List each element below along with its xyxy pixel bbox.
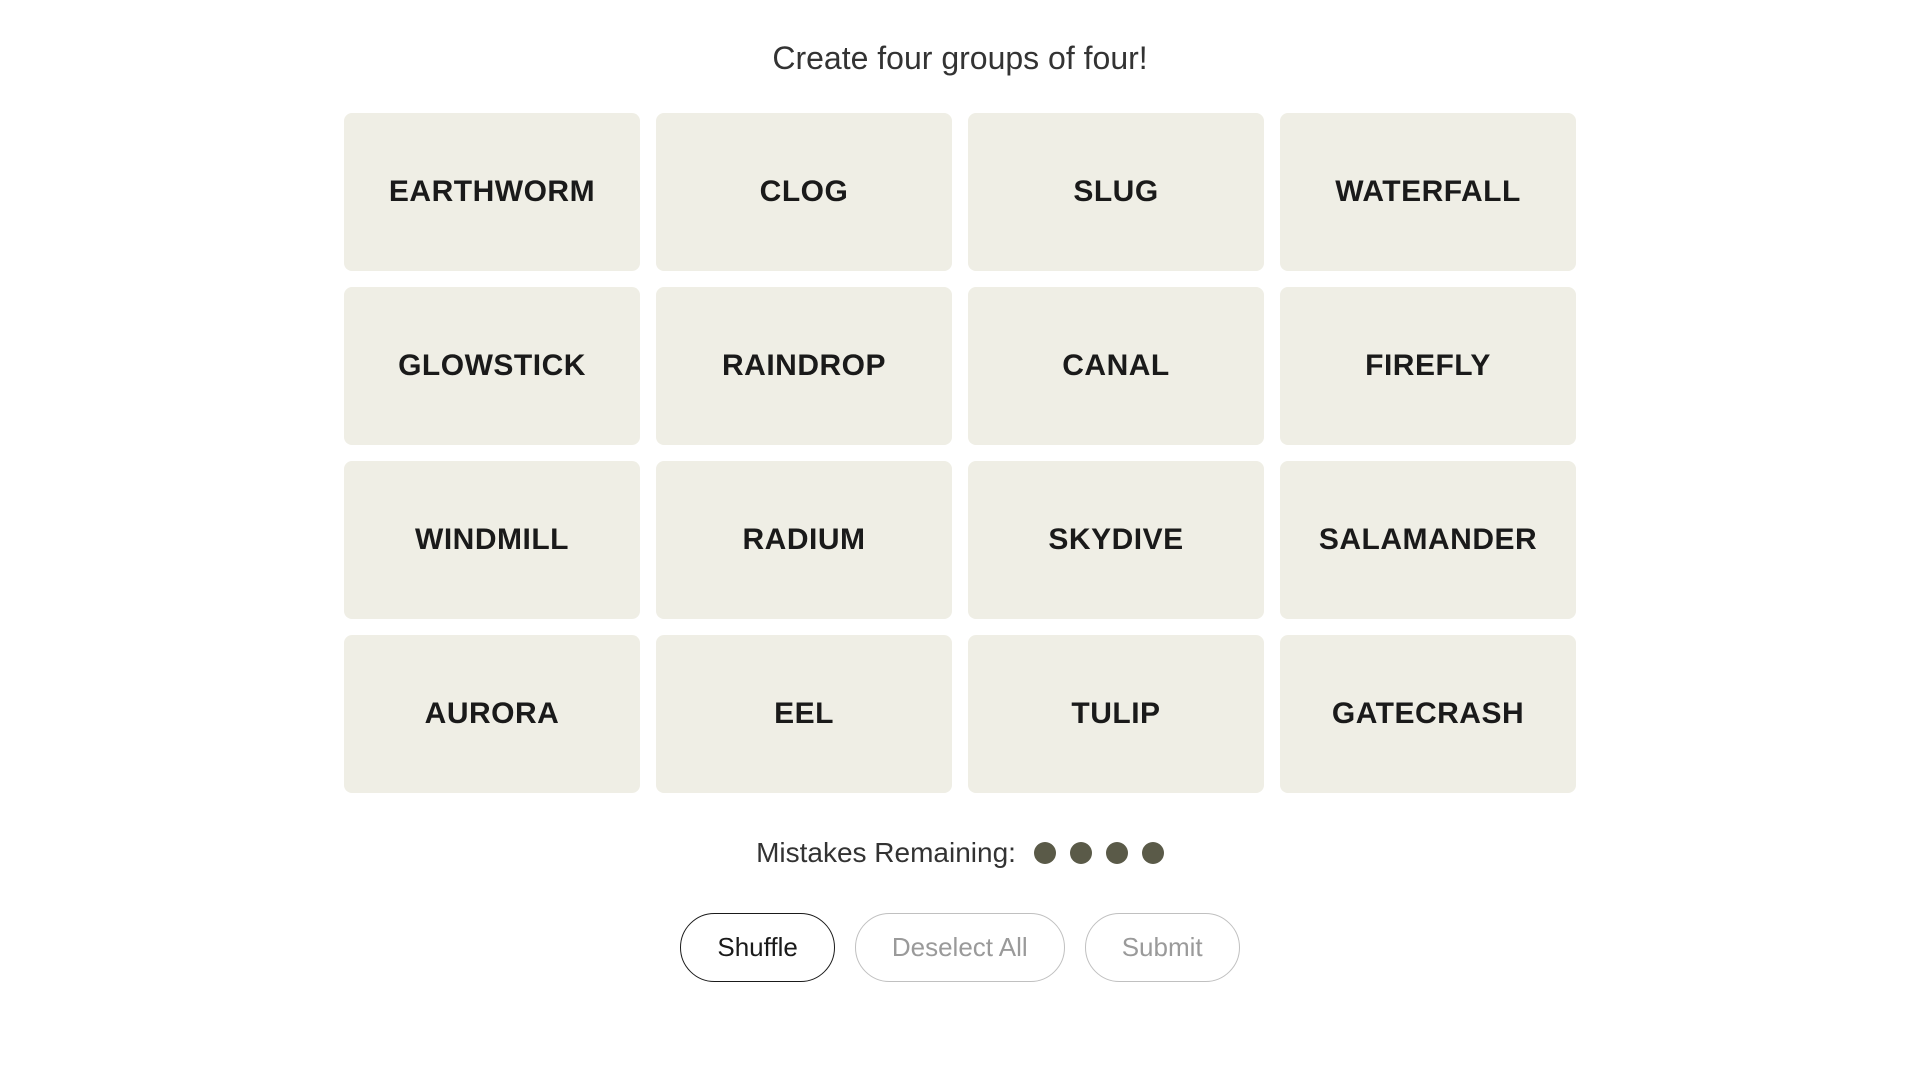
tile[interactable]: WINDMILL [344,461,640,619]
tile[interactable]: EEL [656,635,952,793]
tile[interactable]: SLUG [968,113,1264,271]
tile[interactable]: TULIP [968,635,1264,793]
tile[interactable]: CANAL [968,287,1264,445]
tile[interactable]: GLOWSTICK [344,287,640,445]
mistake-dot-icon [1142,842,1164,864]
tile[interactable]: CLOG [656,113,952,271]
tile[interactable]: AURORA [344,635,640,793]
mistakes-row: Mistakes Remaining: [756,837,1164,869]
shuffle-button[interactable]: Shuffle [680,913,834,982]
tile-grid: EARTHWORM CLOG SLUG WATERFALL GLOWSTICK … [344,113,1576,793]
tile[interactable]: SKYDIVE [968,461,1264,619]
tile[interactable]: RAINDROP [656,287,952,445]
submit-button[interactable]: Submit [1085,913,1240,982]
mistakes-dots [1034,842,1164,864]
mistake-dot-icon [1106,842,1128,864]
mistake-dot-icon [1070,842,1092,864]
tile[interactable]: GATECRASH [1280,635,1576,793]
buttons-row: Shuffle Deselect All Submit [680,913,1239,982]
mistakes-label: Mistakes Remaining: [756,837,1016,869]
tile[interactable]: SALAMANDER [1280,461,1576,619]
mistake-dot-icon [1034,842,1056,864]
tile[interactable]: FIREFLY [1280,287,1576,445]
tile[interactable]: RADIUM [656,461,952,619]
tile[interactable]: WATERFALL [1280,113,1576,271]
deselect-all-button[interactable]: Deselect All [855,913,1065,982]
tile[interactable]: EARTHWORM [344,113,640,271]
instruction-text: Create four groups of four! [772,40,1147,77]
